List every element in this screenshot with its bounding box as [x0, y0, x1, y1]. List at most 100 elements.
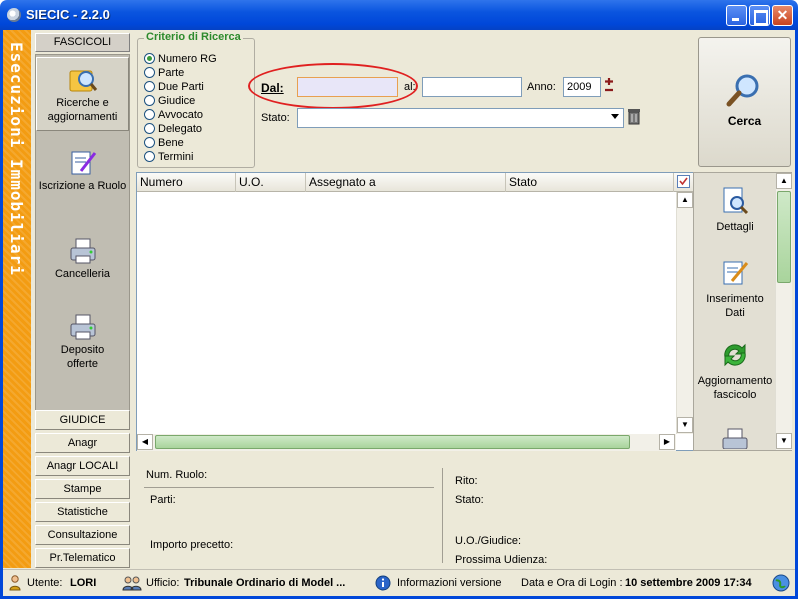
magnifier-icon — [726, 74, 759, 107]
scroll-left-button[interactable]: ◀ — [137, 434, 153, 450]
radio-label: Delegato — [158, 123, 203, 135]
plus-minus-icon[interactable] — [604, 77, 615, 93]
status-bar: Utente: LORI Ufficio: Tribunale Ordinari… — [3, 569, 795, 596]
scroll-down-button[interactable]: ▼ — [776, 433, 792, 449]
radio-due-parti[interactable]: Due Parti — [144, 81, 204, 95]
radio-label: Termini — [158, 151, 194, 163]
nav-item-label: Ricerche e aggiornamenti — [47, 97, 118, 123]
maximize-icon — [750, 6, 769, 25]
rito-label: Rito: — [455, 475, 478, 487]
action-label: Aggiornamento fascicolo — [697, 375, 773, 401]
nav-button-consultazione[interactable]: Consultazione — [35, 525, 130, 545]
scroll-down-button[interactable]: ▼ — [677, 417, 693, 433]
radio-indicator — [144, 123, 155, 134]
users-icon — [122, 576, 142, 591]
details-panel: Num. Ruolo: Parti: Importo precetto: Rit… — [136, 453, 793, 566]
action-dettagli[interactable]: Dettagli — [694, 185, 776, 234]
grid-header: Numero U.O. Assegnato a Stato — [137, 173, 693, 192]
details-divider — [144, 487, 434, 488]
edit-document-icon — [723, 261, 749, 285]
nav-item-label: Cancelleria — [54, 268, 111, 280]
anno-label: Anno: — [527, 81, 556, 93]
radio-indicator — [144, 81, 155, 92]
results-grid: Numero U.O. Assegnato a Stato ▲ ▼ ◀ ▶ — [136, 172, 694, 451]
importo-precetto-label: Importo precetto: — [150, 539, 234, 551]
vertical-scroll-thumb[interactable] — [777, 191, 791, 283]
nav-panel: Ricerche e aggiornamenti Iscrizione a Ru… — [35, 54, 130, 412]
radio-indicator — [144, 137, 155, 148]
radio-giudice[interactable]: Giudice — [144, 95, 195, 109]
search-criteria-group: Criterio di Ricerca Numero RG Parte Due … — [137, 31, 255, 168]
grid-horizontal-scrollbar[interactable]: ◀ ▶ — [137, 434, 676, 451]
radio-termini[interactable]: Termini — [144, 151, 193, 165]
nav-item-iscrizione[interactable]: Iscrizione a Ruolo — [36, 147, 129, 217]
nav-button-anagr-distretto[interactable]: Anagr DISTRETTO — [35, 433, 130, 467]
user-icon — [9, 575, 21, 591]
radio-indicator — [144, 67, 155, 78]
search-folder-icon — [69, 70, 97, 92]
maximize-button[interactable] — [749, 5, 770, 26]
column-header-stato[interactable]: Stato — [506, 173, 674, 192]
nav-item-cancelleria[interactable]: Cancelleria — [36, 235, 129, 295]
window-frame: Esecuzioni Immobiliari FASCICOLI Ricerch… — [0, 30, 798, 599]
action-inserimento-dati[interactable]: Inserimento Dati — [694, 257, 776, 320]
info-icon[interactable] — [375, 575, 391, 591]
action-aggiornamento-fascicolo[interactable]: Aggiornamento fascicolo — [694, 339, 776, 402]
title-bar: SIECIC - 2.2.0 ✕ — [0, 0, 798, 30]
close-button[interactable]: ✕ — [772, 5, 793, 26]
window-title: SIECIC - 2.2.0 — [26, 7, 110, 22]
printer-icon — [70, 238, 95, 264]
ufficio-label: Ufficio: — [146, 577, 180, 589]
nav-item-ricerche[interactable]: Ricerche e aggiornamenti — [36, 57, 129, 131]
window-client: Esecuzioni Immobiliari FASCICOLI Ricerch… — [3, 30, 795, 596]
nav-item-label: Iscrizione a Ruolo — [38, 180, 127, 192]
num-ruolo-label: Num. Ruolo: — [146, 469, 208, 481]
login-value: 10 settembre 2009 17:34 — [625, 577, 752, 589]
cerca-button[interactable]: Cerca — [698, 37, 791, 167]
nav-button-giudice[interactable]: GIUDICE — [35, 410, 130, 430]
radio-bene[interactable]: Bene — [144, 137, 184, 151]
column-header-assegnato[interactable]: Assegnato a — [306, 173, 506, 192]
column-header-numero[interactable]: Numero — [137, 173, 236, 192]
radio-parte[interactable]: Parte — [144, 67, 184, 81]
nav-header-fascicoli[interactable]: FASCICOLI — [35, 33, 130, 52]
utente-label: Utente: — [27, 577, 63, 589]
minimize-button[interactable] — [726, 5, 747, 26]
anno-field[interactable]: 2009 — [563, 77, 601, 97]
left-navigation: FASCICOLI Ricerche e aggiornamenti Iscri… — [31, 30, 134, 568]
radio-delegato[interactable]: Delegato — [144, 123, 202, 137]
radio-label: Due Parti — [158, 81, 204, 93]
prossima-udienza-label: Prossima Udienza: — [455, 554, 548, 566]
radio-numero-rg[interactable]: Numero RG — [144, 53, 217, 67]
radio-label: Avvocato — [158, 109, 204, 121]
criteria-legend: Criterio di Ricerca — [144, 31, 243, 43]
ufficio-value: Tribunale Ordinario di Model ... — [184, 577, 346, 589]
nav-button-anagr-locali[interactable]: Anagr LOCALI — [35, 456, 130, 476]
stato-label: Stato: — [261, 112, 290, 124]
column-chooser-icon[interactable] — [677, 175, 690, 188]
minimize-icon — [727, 6, 746, 25]
horizontal-scroll-thumb[interactable] — [155, 435, 630, 449]
stato-select[interactable] — [297, 108, 624, 128]
scroll-up-button[interactable]: ▲ — [677, 192, 693, 208]
printer-icon — [722, 428, 748, 449]
radio-indicator — [144, 53, 155, 64]
nav-button-stampe[interactable]: Stampe — [35, 479, 130, 499]
radio-avvocato[interactable]: Avvocato — [144, 109, 203, 123]
nav-button-pr-telematico[interactable]: Pr.Telematico — [35, 548, 130, 568]
nav-item-deposito[interactable]: Deposito offerte — [36, 311, 129, 381]
grid-vertical-scrollbar[interactable]: ▲ ▼ — [676, 192, 693, 434]
action-panel-scrollbar[interactable]: ▲ ▼ — [775, 173, 792, 450]
informazioni-versione-link[interactable]: Informazioni versione — [397, 577, 502, 589]
radio-indicator — [144, 151, 155, 162]
column-header-uo[interactable]: U.O. — [236, 173, 306, 192]
nav-button-statistiche[interactable]: Statistiche — [35, 502, 130, 522]
trash-icon[interactable] — [627, 107, 641, 125]
radio-indicator — [144, 95, 155, 106]
al-field[interactable] — [422, 77, 522, 97]
module-banner: Esecuzioni Immobiliari — [3, 30, 31, 568]
chevron-down-icon — [611, 114, 619, 119]
scroll-up-button[interactable]: ▲ — [776, 173, 792, 189]
cerca-label: Cerca — [727, 114, 762, 128]
scroll-right-button[interactable]: ▶ — [659, 434, 675, 450]
